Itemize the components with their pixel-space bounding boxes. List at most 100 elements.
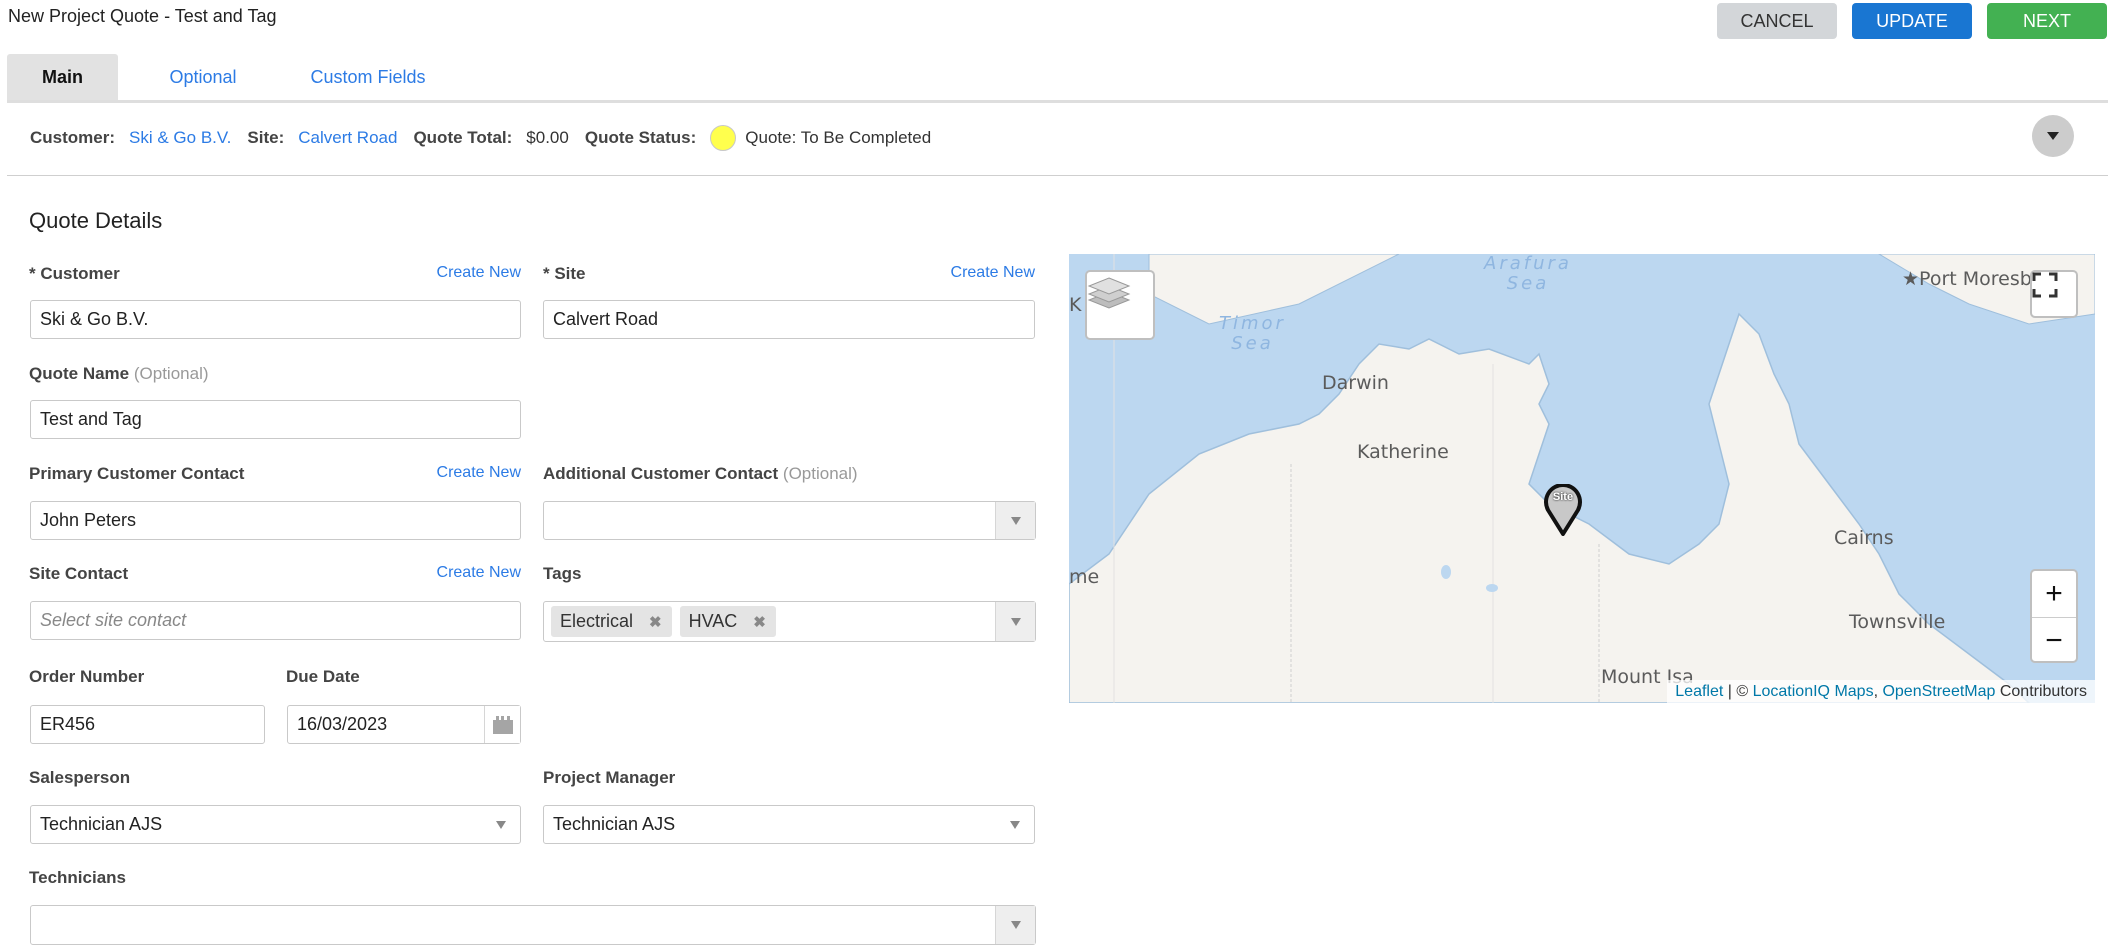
optional-hint: (Optional) bbox=[782, 464, 858, 483]
page-title: New Project Quote - Test and Tag bbox=[8, 6, 277, 26]
site-contact-field[interactable]: Select site contact bbox=[30, 601, 521, 640]
order-number-label: Order Number bbox=[29, 667, 145, 686]
tags-multiselect[interactable]: Electrical ✖ HVAC ✖ bbox=[543, 601, 1036, 642]
next-button[interactable]: NEXT bbox=[1987, 3, 2107, 39]
caret-down-icon bbox=[2047, 132, 2059, 140]
dropdown-toggle[interactable] bbox=[995, 906, 1035, 944]
quote-summary-bar: Customer: Ski & Go B.V. Site: Calvert Ro… bbox=[30, 124, 947, 152]
project-manager-select[interactable]: Technician AJS bbox=[543, 805, 1035, 844]
quote-status-label: Quote Status: bbox=[584, 128, 697, 147]
tab-custom-fields[interactable]: Custom Fields bbox=[288, 54, 448, 100]
attribution-contributors: Contributors bbox=[1995, 682, 2087, 700]
customer-summary-label: Customer: bbox=[30, 128, 116, 147]
fullscreen-icon bbox=[2032, 272, 2058, 298]
customer-field[interactable]: Ski & Go B.V. bbox=[30, 300, 521, 339]
map-label-katherine: Katherine bbox=[1357, 441, 1449, 463]
calendar-icon bbox=[492, 715, 513, 734]
customer-label: * Customer bbox=[29, 264, 120, 283]
site-summary-link[interactable]: Calvert Road bbox=[298, 128, 397, 148]
tab-divider bbox=[7, 100, 2108, 103]
map-label-timor-sea: Timor Sea bbox=[1219, 313, 1286, 354]
site-map[interactable]: Timor Sea Arafura Sea K Darwin Katherine… bbox=[1069, 254, 2095, 703]
tag-chip-label: Electrical bbox=[560, 611, 634, 631]
attribution-separator: | © bbox=[1723, 682, 1753, 700]
create-new-site-contact-link[interactable]: Create New bbox=[400, 564, 521, 582]
project-manager-label: Project Manager bbox=[543, 768, 676, 787]
primary-contact-field[interactable]: John Peters bbox=[30, 501, 521, 540]
technicians-multiselect[interactable] bbox=[30, 905, 1036, 945]
quote-name-field[interactable]: Test and Tag bbox=[30, 400, 521, 439]
site-field[interactable]: Calvert Road bbox=[543, 300, 1035, 339]
tag-chip: Electrical ✖ bbox=[551, 606, 672, 637]
site-contact-label: Site Contact bbox=[29, 564, 129, 583]
quote-status-value: Quote: To Be Completed bbox=[745, 128, 932, 147]
site-marker[interactable]: Site bbox=[1543, 484, 1583, 536]
additional-contact-select[interactable] bbox=[543, 501, 1036, 540]
zoom-out-button[interactable]: − bbox=[2032, 617, 2076, 663]
map-label-port-moresby: ★Port Moresby bbox=[1902, 268, 2044, 290]
quote-name-label: Quote Name (Optional) bbox=[29, 364, 209, 384]
create-new-site-link[interactable]: Create New bbox=[914, 264, 1035, 282]
due-date-value: 16/03/2023 bbox=[297, 714, 388, 734]
tags-label: Tags bbox=[543, 564, 582, 583]
technicians-label: Technicians bbox=[29, 868, 126, 887]
map-label-arafura-sea: Arafura Sea bbox=[1484, 254, 1572, 294]
create-new-primary-contact-link[interactable]: Create New bbox=[400, 464, 521, 482]
site-marker-label: Site bbox=[1552, 491, 1574, 503]
salesperson-label: Salesperson bbox=[29, 768, 131, 787]
caret-down-icon bbox=[1010, 821, 1020, 829]
order-number-field[interactable]: ER456 bbox=[30, 705, 265, 744]
due-date-label: Due Date bbox=[286, 667, 360, 686]
caret-down-icon bbox=[496, 821, 506, 829]
map-label-townsville: Townsville bbox=[1849, 611, 1946, 633]
salesperson-select[interactable]: Technician AJS bbox=[30, 805, 521, 844]
caret-down-icon bbox=[1010, 921, 1021, 929]
map-label-kupang: K bbox=[1069, 294, 1082, 316]
quote-total-value: $0.00 bbox=[526, 128, 569, 147]
map-attribution: Leaflet | © LocationIQ Maps , OpenStreet… bbox=[1667, 680, 2095, 703]
dropdown-toggle[interactable] bbox=[995, 602, 1035, 641]
dropdown-toggle[interactable] bbox=[995, 502, 1035, 539]
zoom-control: + − bbox=[2030, 569, 2078, 663]
site-label: * Site bbox=[543, 264, 586, 283]
due-date-field[interactable]: 16/03/2023 bbox=[287, 705, 521, 744]
summary-divider bbox=[7, 175, 2108, 176]
caret-down-icon bbox=[1010, 617, 1021, 626]
openstreetmap-link[interactable]: OpenStreetMap bbox=[1882, 683, 1995, 701]
remove-tag-icon[interactable]: ✖ bbox=[649, 613, 662, 631]
project-manager-value: Technician AJS bbox=[553, 814, 676, 834]
caret-down-icon bbox=[1010, 516, 1021, 525]
remove-tag-icon[interactable]: ✖ bbox=[753, 613, 766, 631]
map-label-darwin: Darwin bbox=[1322, 372, 1389, 394]
map-label-cairns: Cairns bbox=[1834, 527, 1894, 549]
tab-bar: Main Optional Custom Fields bbox=[7, 54, 448, 100]
create-new-customer-link[interactable]: Create New bbox=[400, 264, 521, 282]
quote-total-label: Quote Total: bbox=[413, 128, 513, 147]
cancel-button[interactable]: CANCEL bbox=[1717, 3, 1837, 39]
section-title: Quote Details bbox=[29, 208, 163, 233]
layers-control-button[interactable] bbox=[1085, 270, 1155, 340]
date-picker-button[interactable] bbox=[484, 706, 520, 743]
status-indicator-icon bbox=[710, 125, 737, 151]
leaflet-link[interactable]: Leaflet bbox=[1675, 683, 1723, 701]
update-button[interactable]: UPDATE bbox=[1852, 3, 1972, 39]
optional-hint: (Optional) bbox=[133, 364, 209, 383]
tab-optional[interactable]: Optional bbox=[118, 54, 288, 100]
layers-icon bbox=[1087, 277, 1131, 309]
map-label-broome: me bbox=[1069, 566, 1100, 588]
tab-main[interactable]: Main bbox=[7, 54, 118, 100]
collapse-summary-button[interactable] bbox=[2032, 115, 2074, 157]
salesperson-value: Technician AJS bbox=[40, 814, 163, 834]
locationiq-link[interactable]: LocationIQ Maps bbox=[1753, 683, 1874, 701]
additional-contact-label: Additional Customer Contact (Optional) bbox=[543, 464, 858, 484]
fullscreen-button[interactable] bbox=[2030, 270, 2078, 318]
customer-summary-link[interactable]: Ski & Go B.V. bbox=[129, 128, 231, 148]
attribution-comma: , bbox=[1873, 682, 1883, 700]
site-summary-label: Site: bbox=[247, 128, 285, 147]
primary-contact-label: Primary Customer Contact bbox=[29, 464, 245, 483]
tag-chip: HVAC ✖ bbox=[679, 606, 776, 637]
lake bbox=[1441, 565, 1451, 579]
tag-chip-label: HVAC bbox=[688, 611, 738, 631]
zoom-in-button[interactable]: + bbox=[2032, 571, 2076, 617]
quote-name-label-text: Quote Name bbox=[29, 364, 130, 383]
